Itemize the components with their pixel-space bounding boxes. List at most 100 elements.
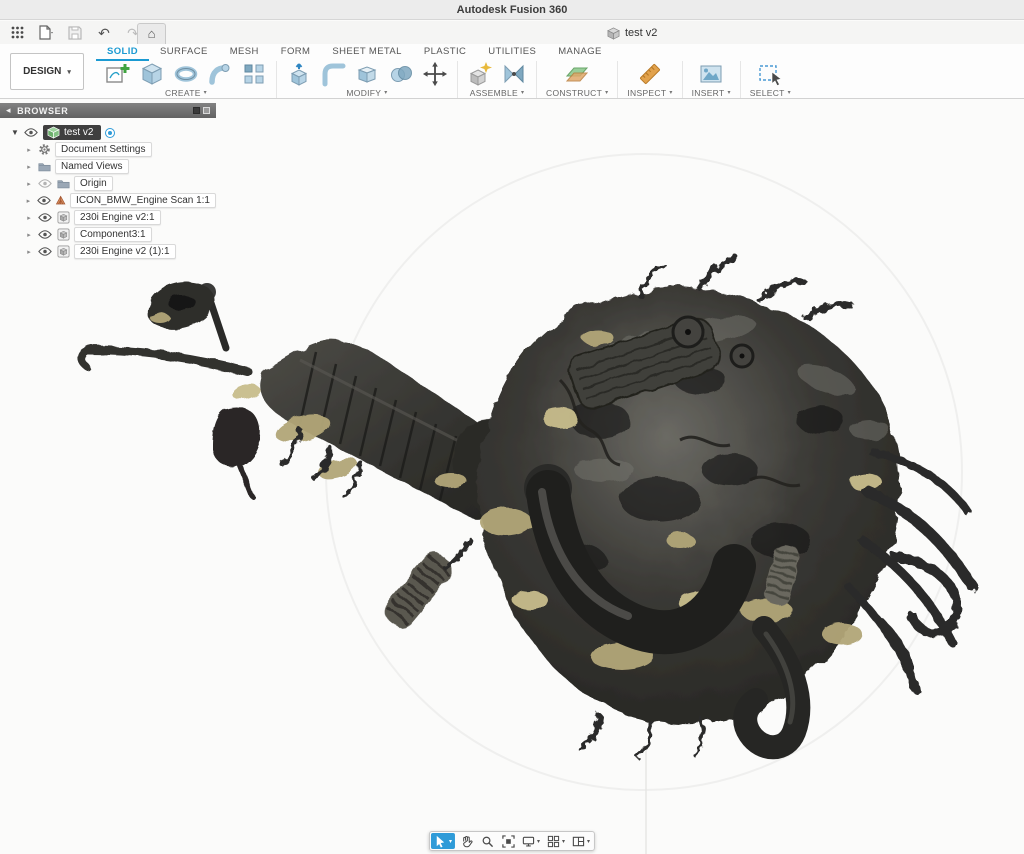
tab-manage[interactable]: MANAGE bbox=[547, 45, 613, 61]
tab-mesh[interactable]: MESH bbox=[219, 45, 270, 61]
tab-solid[interactable]: SOLID bbox=[96, 45, 149, 61]
expand-arrow-icon[interactable]: ▸ bbox=[24, 231, 34, 239]
construction-plane-icon[interactable] bbox=[564, 61, 590, 87]
magnifier-icon bbox=[480, 835, 493, 848]
quick-access-toolbar: ↶ ↷ bbox=[8, 21, 142, 44]
tree-root-row[interactable]: ▼ test v2 bbox=[0, 124, 216, 141]
create-sketch-icon[interactable] bbox=[105, 61, 131, 87]
pan-hand-icon bbox=[459, 835, 472, 848]
joint-icon[interactable] bbox=[501, 61, 527, 87]
sweep-icon[interactable] bbox=[207, 61, 233, 87]
tree-item-document-settings[interactable]: ▸ Document Settings bbox=[0, 141, 216, 158]
undo-icon[interactable]: ↶ bbox=[95, 24, 113, 42]
tree-item-component3[interactable]: ▸ Component3:1 bbox=[0, 226, 216, 243]
tab-utilities[interactable]: UTILITIES bbox=[477, 45, 547, 61]
display-monitor-icon bbox=[522, 835, 535, 848]
pattern-icon[interactable] bbox=[241, 61, 267, 87]
viewport-layout-button[interactable]: ▾ bbox=[569, 833, 593, 849]
expand-arrow-icon[interactable]: ▸ bbox=[24, 248, 34, 256]
group-construct-label[interactable]: CONSTRUCT bbox=[546, 88, 602, 98]
ribbon-toolbar: CREATE ▾ bbox=[96, 61, 800, 98]
group-insert: INSERT ▾ bbox=[683, 61, 741, 98]
grid-settings-button[interactable]: ▾ bbox=[544, 833, 568, 849]
visibility-eye-icon[interactable] bbox=[38, 247, 53, 257]
measure-icon[interactable] bbox=[637, 61, 663, 87]
group-insert-label[interactable]: INSERT bbox=[692, 88, 725, 98]
expand-arrow-icon[interactable]: ▸ bbox=[24, 197, 33, 205]
mesh-icon bbox=[55, 194, 66, 207]
ribbon-tabs: SOLID SURFACE MESH FORM SHEET METAL PLAS… bbox=[96, 45, 613, 61]
folder-icon bbox=[57, 177, 70, 190]
component-icon bbox=[57, 211, 70, 224]
group-create: CREATE ▾ bbox=[96, 61, 277, 98]
tree-item-origin[interactable]: ▸ Origin bbox=[0, 175, 216, 192]
document-cube-icon bbox=[47, 126, 60, 139]
document-tab[interactable]: test v2 bbox=[607, 23, 657, 43]
extrude-icon[interactable] bbox=[139, 61, 165, 87]
group-inspect-label[interactable]: INSPECT bbox=[627, 88, 666, 98]
topbar: ↶ ↷ ⌂ test v2 bbox=[0, 21, 1024, 44]
workspace-switcher-design[interactable]: DESIGN ▾ bbox=[10, 53, 84, 90]
fit-button[interactable] bbox=[498, 833, 518, 849]
panel-undock-button[interactable] bbox=[203, 107, 210, 114]
item-label: Origin bbox=[74, 176, 113, 191]
zoom-button[interactable] bbox=[477, 833, 497, 849]
combine-icon[interactable] bbox=[388, 61, 414, 87]
item-label: 230i Engine v2 (1):1 bbox=[74, 244, 176, 259]
shell-icon[interactable] bbox=[354, 61, 380, 87]
group-select-label[interactable]: SELECT bbox=[750, 88, 785, 98]
tree-item-engine-v2[interactable]: ▸ 230i Engine v2:1 bbox=[0, 209, 216, 226]
press-pull-icon[interactable] bbox=[286, 61, 312, 87]
activate-component-radio[interactable] bbox=[105, 128, 115, 138]
tab-sheet-metal[interactable]: SHEET METAL bbox=[321, 45, 413, 61]
tree-item-named-views[interactable]: ▸ Named Views bbox=[0, 158, 216, 175]
visibility-eye-icon[interactable] bbox=[38, 179, 53, 189]
tree-item-engine-scan[interactable]: ▸ ICON_BMW_Engine Scan 1:1 bbox=[0, 192, 216, 209]
tab-form[interactable]: FORM bbox=[270, 45, 322, 61]
browser-title: BROWSER bbox=[17, 106, 68, 116]
revolve-icon[interactable] bbox=[173, 61, 199, 87]
document-cube-icon bbox=[607, 27, 620, 40]
root-document-badge[interactable]: test v2 bbox=[43, 125, 101, 140]
chevron-down-icon: ▾ bbox=[204, 89, 207, 96]
document-tab-label: test v2 bbox=[625, 27, 657, 39]
panel-dock-button[interactable] bbox=[193, 107, 200, 114]
chevron-down-icon: ▾ bbox=[788, 89, 791, 96]
fillet-icon[interactable] bbox=[320, 61, 346, 87]
save-icon[interactable] bbox=[66, 24, 84, 42]
view-navigation-bar: ▾ ▾ ▾ bbox=[429, 831, 595, 851]
group-assemble: ASSEMBLE ▾ bbox=[458, 61, 537, 98]
expand-arrow-icon[interactable]: ▸ bbox=[24, 180, 34, 188]
expand-arrow-icon[interactable]: ▸ bbox=[24, 163, 34, 171]
tab-plastic[interactable]: PLASTIC bbox=[413, 45, 477, 61]
expand-arrow-icon[interactable]: ▸ bbox=[24, 214, 34, 222]
new-component-icon[interactable] bbox=[467, 61, 493, 87]
collapse-panel-icon[interactable]: ◂ bbox=[6, 105, 11, 116]
insert-canvas-icon[interactable] bbox=[698, 61, 724, 87]
item-label: Document Settings bbox=[55, 142, 152, 157]
move-copy-icon[interactable] bbox=[422, 61, 448, 87]
visibility-eye-icon[interactable] bbox=[24, 128, 39, 138]
group-construct: CONSTRUCT ▾ bbox=[537, 61, 618, 98]
app-launcher-grid-icon[interactable] bbox=[8, 24, 26, 42]
visibility-eye-icon[interactable] bbox=[37, 196, 51, 206]
chevron-down-icon: ▾ bbox=[562, 838, 565, 845]
visibility-eye-icon[interactable] bbox=[38, 230, 53, 240]
select-icon[interactable] bbox=[757, 61, 783, 87]
select-tool-button[interactable]: ▾ bbox=[431, 833, 455, 849]
pan-button[interactable] bbox=[456, 833, 476, 849]
tree-item-engine-v2-copy[interactable]: ▸ 230i Engine v2 (1):1 bbox=[0, 243, 216, 260]
component-icon bbox=[57, 228, 70, 241]
group-assemble-label[interactable]: ASSEMBLE bbox=[470, 88, 518, 98]
file-menu-icon[interactable] bbox=[37, 24, 55, 42]
expand-arrow-icon[interactable]: ▼ bbox=[10, 128, 20, 137]
visibility-eye-icon[interactable] bbox=[38, 213, 53, 223]
tab-surface[interactable]: SURFACE bbox=[149, 45, 219, 61]
browser-header[interactable]: ◂ BROWSER bbox=[0, 103, 216, 118]
group-create-label[interactable]: CREATE bbox=[165, 88, 201, 98]
display-settings-button[interactable]: ▾ bbox=[519, 833, 543, 849]
group-modify-label[interactable]: MODIFY bbox=[346, 88, 381, 98]
expand-arrow-icon[interactable]: ▸ bbox=[24, 146, 34, 154]
home-view-tab[interactable]: ⌂ bbox=[137, 23, 166, 44]
group-select: SELECT ▾ bbox=[741, 61, 800, 98]
